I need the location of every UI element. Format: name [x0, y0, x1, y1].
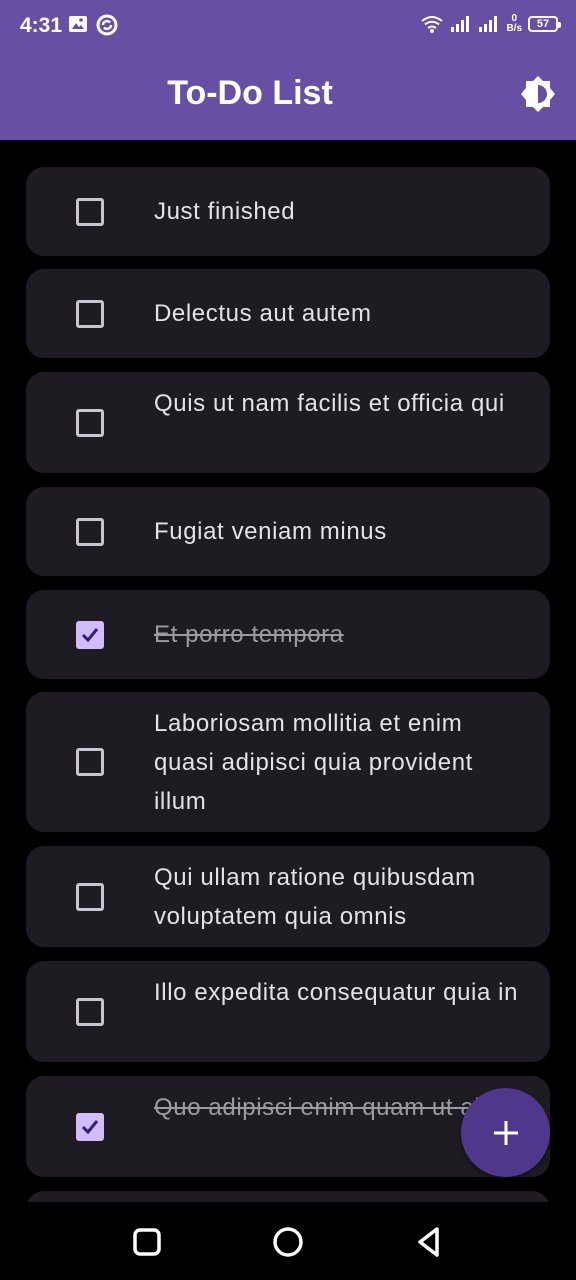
- plus-icon: [493, 1120, 518, 1145]
- add-todo-button[interactable]: [461, 1088, 550, 1177]
- todo-item[interactable]: Quis ut nam facilis et officia qui: [26, 372, 550, 473]
- todo-item[interactable]: Qui ullam ratione quibusdam voluptatem q…: [26, 846, 550, 947]
- checkmark-icon: [81, 1120, 99, 1135]
- todo-item[interactable]: Fugiat veniam minus: [26, 487, 550, 576]
- todo-checkbox[interactable]: [76, 621, 104, 649]
- brightness-icon[interactable]: [518, 74, 558, 114]
- app-header: 4:31 0 B/s 57 To-Do List: [0, 0, 576, 140]
- todo-item-partial[interactable]: [26, 1191, 550, 1202]
- battery-icon: 57: [528, 16, 561, 32]
- todo-item[interactable]: Illo expedita consequatur quia in: [26, 961, 550, 1062]
- signal-icon: [451, 16, 470, 32]
- signal-icon-2: [479, 16, 498, 32]
- todo-checkbox[interactable]: [76, 998, 104, 1026]
- todo-text: Laboriosam mollitia et enim quasi adipis…: [154, 710, 473, 815]
- todo-checkbox[interactable]: [76, 518, 104, 546]
- todo-text: Just finished: [154, 198, 296, 225]
- todo-checkbox[interactable]: [76, 1113, 104, 1141]
- triangle-back-icon[interactable]: [413, 1226, 445, 1258]
- todo-checkbox[interactable]: [76, 748, 104, 776]
- system-navigation-bar: [0, 1202, 576, 1280]
- square-icon[interactable]: [131, 1226, 163, 1258]
- todo-checkbox[interactable]: [76, 300, 104, 328]
- sync-notification-icon: [96, 14, 118, 36]
- network-speed: 0 B/s: [506, 13, 522, 34]
- circle-icon[interactable]: [272, 1226, 304, 1258]
- todo-text: Qui ullam ratione quibusdam voluptatem q…: [154, 864, 476, 930]
- todo-checkbox[interactable]: [76, 409, 104, 437]
- todo-item[interactable]: Et porro tempora: [26, 590, 550, 679]
- page-title: To-Do List: [167, 74, 333, 112]
- status-bar: 4:31 0 B/s 57: [0, 0, 576, 52]
- todo-checkbox[interactable]: [76, 198, 104, 226]
- todo-text: Illo expedita consequatur quia in: [154, 979, 519, 1006]
- todo-text: Delectus aut autem: [154, 300, 372, 327]
- status-time: 4:31: [20, 14, 63, 37]
- todo-text: Quis ut nam facilis et officia qui: [154, 390, 505, 417]
- checkmark-icon: [81, 628, 99, 643]
- todo-item[interactable]: Laboriosam mollitia et enim quasi adipis…: [26, 692, 550, 832]
- todo-text: Fugiat veniam minus: [154, 518, 387, 545]
- todo-text: Et porro tempora: [154, 621, 344, 648]
- todo-checkbox[interactable]: [76, 883, 104, 911]
- image-notification-icon: [69, 16, 87, 32]
- todo-item[interactable]: Delectus aut autem: [26, 269, 550, 358]
- todo-item[interactable]: Just finished: [26, 167, 550, 256]
- wifi-icon: [421, 16, 444, 33]
- todo-list[interactable]: Just finished Delectus aut autem Quis ut n…: [26, 167, 550, 1202]
